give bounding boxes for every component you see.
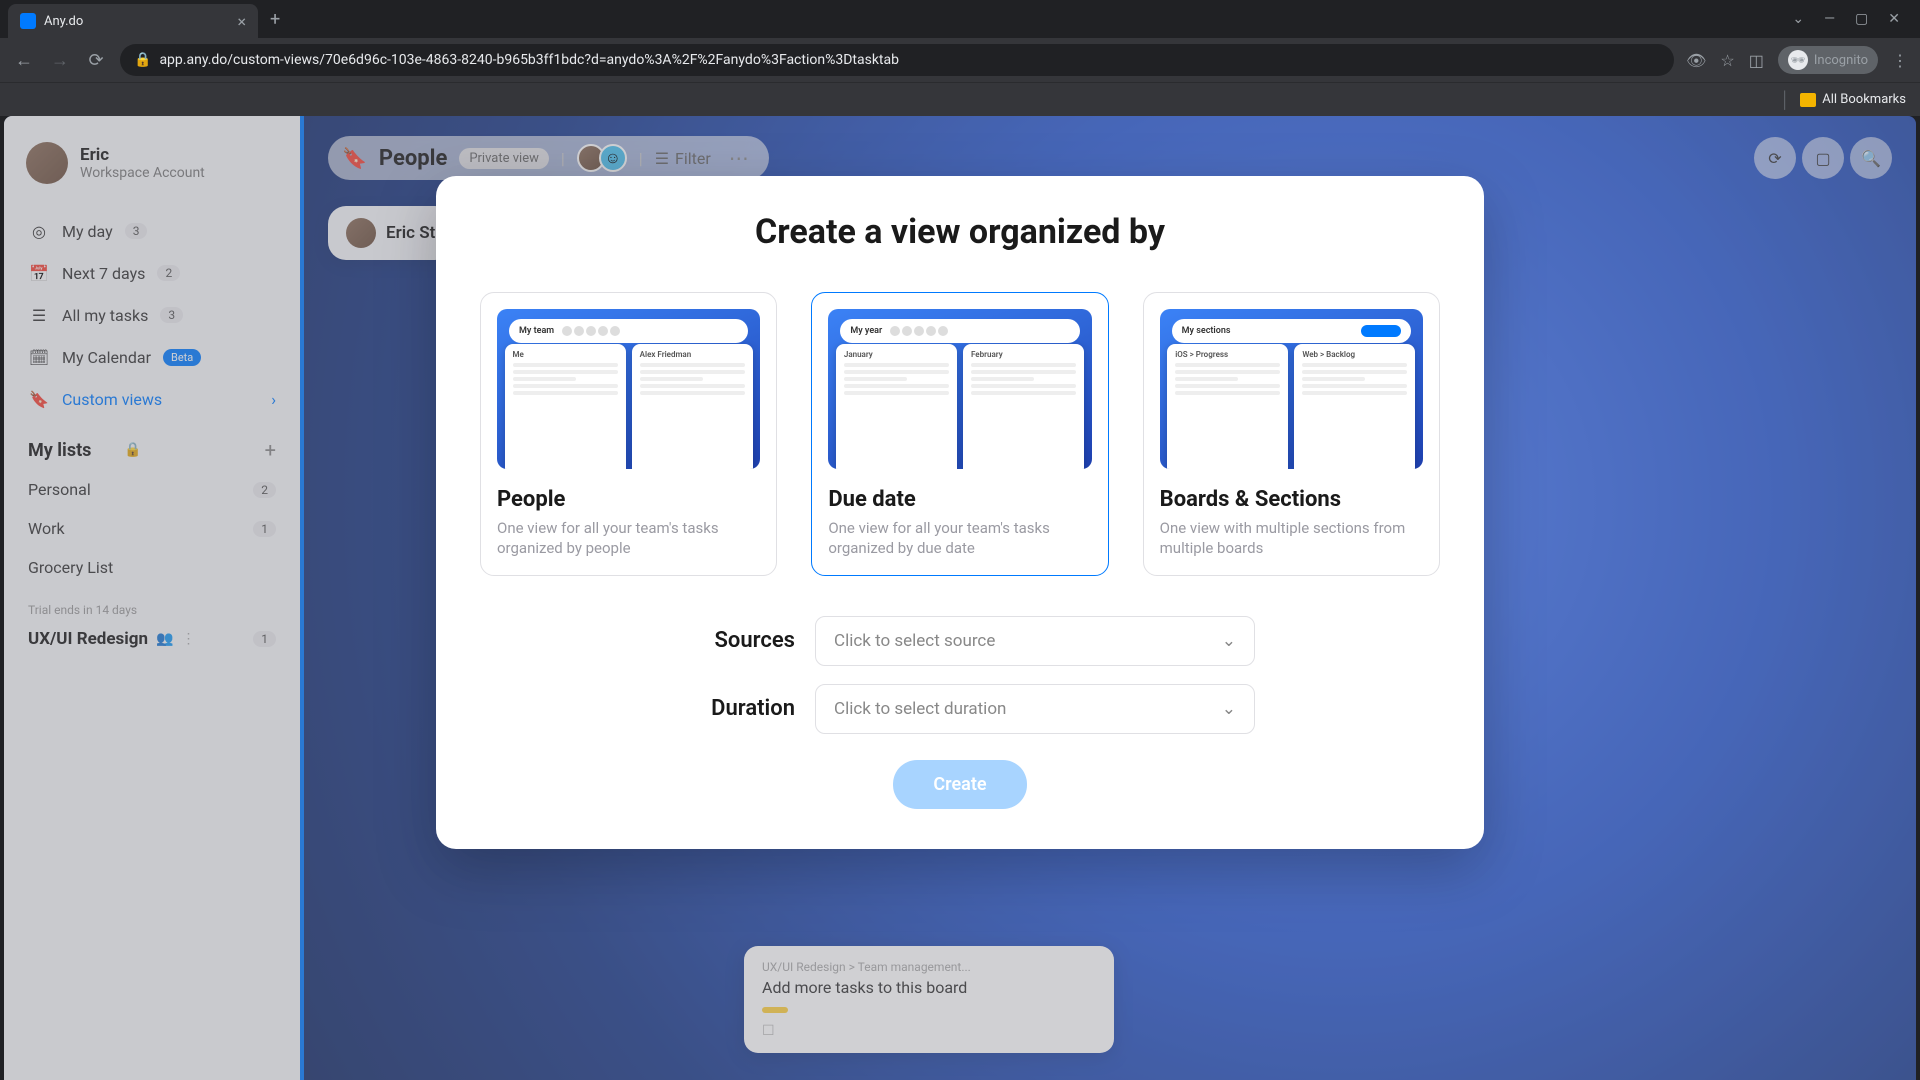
bookmarks-divider: │ [1780, 90, 1790, 110]
duration-select[interactable]: Click to select duration ⌄ [815, 684, 1255, 734]
address-bar[interactable]: 🔒 app.any.do/custom-views/70e6d96c-103e-… [120, 44, 1674, 76]
chevron-down-icon: ⌄ [1222, 699, 1236, 719]
option-due-date[interactable]: My year January February Due date One vi… [811, 292, 1108, 576]
sources-placeholder: Click to select source [834, 631, 995, 651]
view-options: My team Me Alex Friedman People One view… [480, 292, 1440, 576]
create-view-modal: Create a view organized by My team Me Al… [436, 176, 1484, 849]
modal-title: Create a view organized by [480, 212, 1440, 252]
chevron-down-icon[interactable]: ⌄ [1792, 11, 1804, 27]
option-title: Boards & Sections [1160, 487, 1423, 512]
option-preview: My sections iOS > Progress Web > Backlog [1160, 309, 1423, 469]
new-tab-button[interactable]: + [270, 9, 280, 30]
incognito-icon: 🕶 [1788, 50, 1808, 70]
browser-tab[interactable]: Any.do × [8, 4, 258, 38]
eye-off-icon[interactable]: 👁 [1686, 51, 1706, 70]
option-desc: One view for all your team's tasks organ… [497, 518, 760, 559]
reload-button[interactable]: ⟳ [84, 50, 108, 71]
minimize-icon[interactable]: — [1824, 11, 1835, 27]
forward-button[interactable]: → [48, 50, 72, 71]
option-title: Due date [828, 487, 1091, 512]
all-bookmarks-label: All Bookmarks [1822, 92, 1906, 107]
tab-favicon [20, 13, 36, 29]
tab-bar: Any.do × + ⌄ — ▢ ✕ [0, 0, 1920, 38]
all-bookmarks-button[interactable]: All Bookmarks [1800, 92, 1906, 107]
sources-row: Sources Click to select source ⌄ [480, 616, 1440, 666]
sources-select[interactable]: Click to select source ⌄ [815, 616, 1255, 666]
maximize-icon[interactable]: ▢ [1855, 11, 1868, 27]
bookmarks-bar: │ All Bookmarks [0, 82, 1920, 116]
browser-chrome: Any.do × + ⌄ — ▢ ✕ ← → ⟳ 🔒 app.any.do/cu… [0, 0, 1920, 116]
duration-row: Duration Click to select duration ⌄ [480, 684, 1440, 734]
option-desc: One view for all your team's tasks organ… [828, 518, 1091, 559]
extensions-icon[interactable]: ◫ [1749, 51, 1764, 70]
browser-menu-icon[interactable]: ⋮ [1892, 51, 1908, 70]
duration-placeholder: Click to select duration [834, 699, 1006, 719]
close-window-icon[interactable]: ✕ [1888, 11, 1900, 27]
modal-backdrop[interactable]: Create a view organized by My team Me Al… [4, 116, 1916, 1080]
lock-icon: 🔒 [134, 52, 151, 68]
chevron-down-icon: ⌄ [1222, 631, 1236, 651]
option-desc: One view with multiple sections from mul… [1160, 518, 1423, 559]
incognito-label: Incognito [1814, 53, 1868, 68]
option-title: People [497, 487, 760, 512]
close-tab-icon[interactable]: × [237, 12, 246, 31]
duration-label: Duration [665, 696, 795, 721]
option-preview: My year January February [828, 309, 1091, 469]
nav-bar: ← → ⟳ 🔒 app.any.do/custom-views/70e6d96c… [0, 38, 1920, 82]
app-viewport: Eric Workspace Account ◎ My day 3 📅 Next… [4, 116, 1916, 1080]
incognito-badge[interactable]: 🕶 Incognito [1778, 46, 1878, 74]
tab-title: Any.do [44, 14, 229, 29]
window-controls: ⌄ — ▢ ✕ [1792, 11, 1912, 27]
folder-icon [1800, 93, 1816, 107]
option-people[interactable]: My team Me Alex Friedman People One view… [480, 292, 777, 576]
bookmark-star-icon[interactable]: ☆ [1720, 51, 1734, 70]
option-boards-sections[interactable]: My sections iOS > Progress Web > Backlog… [1143, 292, 1440, 576]
create-button[interactable]: Create [893, 760, 1026, 809]
sources-label: Sources [665, 628, 795, 653]
nav-right: 👁 ☆ ◫ 🕶 Incognito ⋮ [1686, 46, 1908, 74]
option-preview: My team Me Alex Friedman [497, 309, 760, 469]
url-text: app.any.do/custom-views/70e6d96c-103e-48… [159, 52, 899, 68]
back-button[interactable]: ← [12, 50, 36, 71]
